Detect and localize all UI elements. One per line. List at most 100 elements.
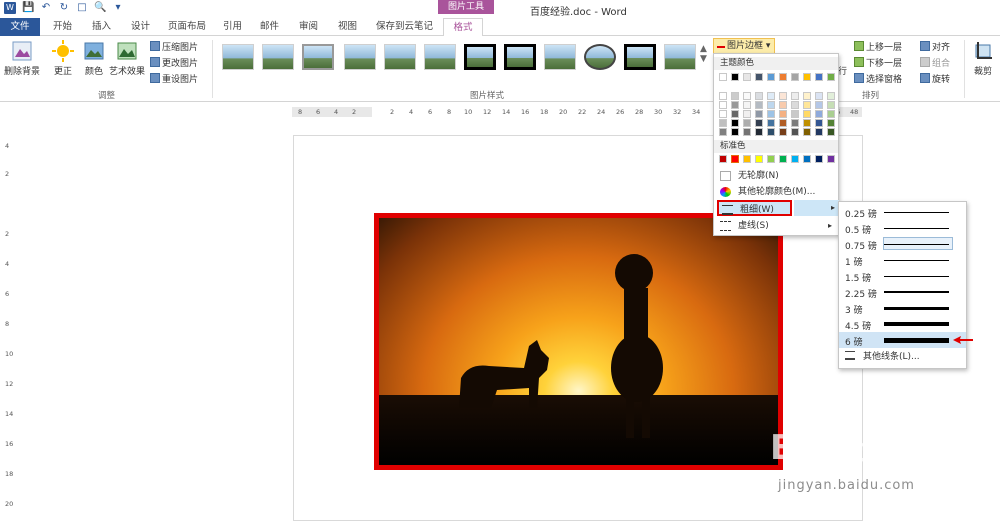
tab-format[interactable]: 格式: [443, 18, 483, 37]
theme-color-swatch[interactable]: [767, 119, 775, 127]
picture-style-11[interactable]: [624, 44, 656, 70]
styles-scroll-icon[interactable]: ▲ ▼: [700, 44, 707, 64]
bring-forward-button[interactable]: 上移一层: [854, 40, 902, 53]
theme-color-swatch[interactable]: [767, 101, 775, 109]
theme-color-swatch[interactable]: [791, 110, 799, 118]
theme-color-swatch[interactable]: [731, 101, 739, 109]
theme-color-swatch[interactable]: [755, 128, 763, 136]
tab-page-layout[interactable]: 页面布局: [168, 18, 206, 36]
remove-background-button[interactable]: 删除背景: [4, 40, 40, 77]
standard-color-swatch[interactable]: [779, 155, 787, 163]
theme-color-swatch[interactable]: [743, 73, 751, 81]
weight-option[interactable]: 1 磅: [839, 252, 966, 268]
theme-color-swatch[interactable]: [779, 110, 787, 118]
rotate-button[interactable]: 旋转: [920, 72, 950, 85]
align-button[interactable]: 对齐: [920, 40, 950, 53]
customize-qat-icon[interactable]: ▾: [112, 2, 124, 14]
theme-color-swatch[interactable]: [719, 128, 727, 136]
tab-save-to-cloud[interactable]: 保存到云笔记: [376, 18, 433, 36]
theme-color-swatch[interactable]: [743, 92, 751, 100]
selected-picture[interactable]: [374, 213, 783, 470]
theme-color-swatch[interactable]: [719, 110, 727, 118]
group-button[interactable]: 组合: [920, 56, 950, 69]
tab-file[interactable]: 文件: [0, 18, 40, 36]
standard-color-swatch[interactable]: [755, 155, 763, 163]
wrap-text-label[interactable]: 行: [838, 64, 847, 77]
tab-insert[interactable]: 插入: [92, 18, 111, 36]
change-picture-button[interactable]: 更改图片: [150, 56, 198, 69]
weight-item[interactable]: 粗细(W): [717, 200, 792, 216]
print-preview-icon[interactable]: 🔍: [94, 2, 106, 14]
theme-color-swatch[interactable]: [743, 110, 751, 118]
weight-option[interactable]: 2.25 磅: [839, 284, 966, 300]
no-outline-item[interactable]: 无轮廓(N): [714, 168, 838, 184]
theme-color-swatch[interactable]: [827, 92, 835, 100]
standard-color-swatch[interactable]: [827, 155, 835, 163]
weight-option[interactable]: 1.5 磅: [839, 268, 966, 284]
tab-design[interactable]: 设计: [131, 18, 150, 36]
theme-color-swatch[interactable]: [803, 128, 811, 136]
theme-color-swatch[interactable]: [743, 128, 751, 136]
theme-color-swatch[interactable]: [743, 119, 751, 127]
theme-color-swatch[interactable]: [827, 73, 835, 81]
picture-style-8[interactable]: [504, 44, 536, 70]
standard-color-swatch[interactable]: [731, 155, 739, 163]
weight-option[interactable]: 4.5 磅: [839, 316, 966, 332]
picture-style-12[interactable]: [664, 44, 696, 70]
theme-color-swatch[interactable]: [803, 119, 811, 127]
theme-color-swatch[interactable]: [815, 73, 823, 81]
picture-style-10[interactable]: [584, 44, 616, 70]
redo-icon[interactable]: ↻: [58, 2, 70, 14]
standard-color-swatch[interactable]: [791, 155, 799, 163]
vertical-ruler[interactable]: 4 2 2 4 6 8 10 12 14 16 18 20: [4, 130, 14, 521]
theme-color-swatch[interactable]: [779, 92, 787, 100]
picture-style-2[interactable]: [262, 44, 294, 70]
theme-color-swatch[interactable]: [803, 110, 811, 118]
picture-style-6[interactable]: [424, 44, 456, 70]
theme-color-swatch[interactable]: [743, 101, 751, 109]
theme-color-swatch[interactable]: [719, 101, 727, 109]
artistic-effects-button[interactable]: 艺术效果: [108, 40, 146, 77]
picture-style-1[interactable]: [222, 44, 254, 70]
theme-color-swatch[interactable]: [779, 119, 787, 127]
theme-color-swatch[interactable]: [791, 101, 799, 109]
theme-color-swatch[interactable]: [827, 101, 835, 109]
theme-color-swatch[interactable]: [779, 73, 787, 81]
new-doc-icon[interactable]: □: [76, 2, 88, 14]
theme-color-swatch[interactable]: [767, 110, 775, 118]
picture-style-7[interactable]: [464, 44, 496, 70]
theme-color-swatch[interactable]: [791, 73, 799, 81]
theme-color-swatch[interactable]: [731, 119, 739, 127]
compress-pictures-button[interactable]: 压缩图片: [150, 40, 198, 53]
tab-home[interactable]: 开始: [53, 18, 72, 36]
undo-icon[interactable]: ↶: [40, 2, 52, 14]
theme-color-swatch[interactable]: [731, 128, 739, 136]
theme-color-swatch[interactable]: [719, 119, 727, 127]
theme-color-swatch[interactable]: [803, 101, 811, 109]
tab-view[interactable]: 视图: [338, 18, 357, 36]
theme-color-swatch[interactable]: [755, 73, 763, 81]
standard-color-swatch[interactable]: [719, 155, 727, 163]
weight-option[interactable]: 0.25 磅: [839, 204, 966, 220]
standard-color-swatch[interactable]: [815, 155, 823, 163]
more-lines-item[interactable]: 其他线条(L)...: [839, 349, 966, 363]
reset-picture-button[interactable]: 重设图片: [150, 72, 198, 85]
theme-color-swatch[interactable]: [731, 92, 739, 100]
theme-color-swatch[interactable]: [791, 128, 799, 136]
weight-option[interactable]: 0.5 磅: [839, 220, 966, 236]
picture-style-9[interactable]: [544, 44, 576, 70]
theme-color-swatch[interactable]: [755, 101, 763, 109]
theme-color-swatch[interactable]: [719, 73, 727, 81]
color-button[interactable]: 颜色: [82, 40, 106, 77]
theme-color-swatch[interactable]: [731, 73, 739, 81]
weight-option[interactable]: 3 磅: [839, 300, 966, 316]
picture-style-3[interactable]: [302, 44, 334, 70]
weight-option[interactable]: 6 磅: [839, 332, 966, 348]
theme-color-swatch[interactable]: [803, 92, 811, 100]
theme-color-swatch[interactable]: [815, 110, 823, 118]
theme-color-swatch[interactable]: [755, 92, 763, 100]
theme-color-swatch[interactable]: [719, 92, 727, 100]
picture-border-button[interactable]: 图片边框 ▾: [713, 38, 775, 54]
theme-color-swatch[interactable]: [767, 128, 775, 136]
theme-color-swatch[interactable]: [755, 119, 763, 127]
